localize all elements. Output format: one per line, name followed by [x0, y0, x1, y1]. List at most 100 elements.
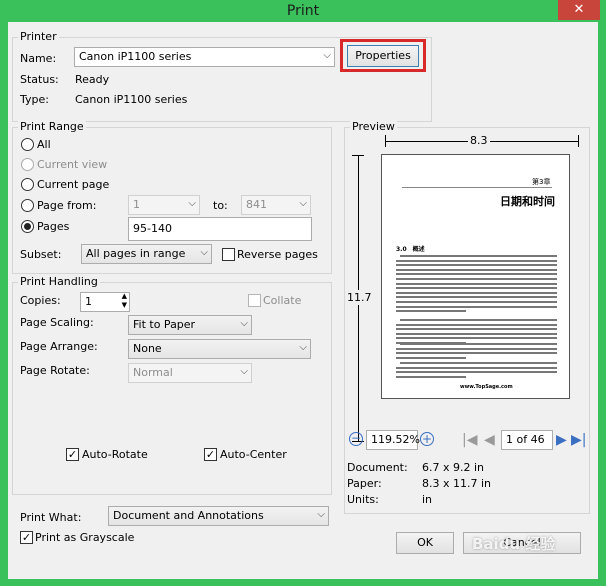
zoom-in-icon[interactable]: +	[420, 432, 434, 446]
page-title: 日期和时间	[500, 195, 555, 208]
page-from-field[interactable]: 1 ⌵	[128, 195, 200, 215]
chevron-down-icon: ⌵	[188, 198, 196, 209]
page-rotate-value: Normal	[133, 366, 173, 379]
page-scaling-dropdown[interactable]: Fit to Paper ⌵	[128, 315, 252, 335]
page-text-line	[396, 323, 557, 326]
page-scaling-value: Fit to Paper	[133, 318, 196, 331]
subset-value: All pages in range	[86, 247, 186, 260]
page-rotate-dropdown[interactable]: Normal ⌵	[128, 363, 252, 383]
print-handling-group-label: Print Handling	[18, 275, 100, 288]
print-what-dropdown[interactable]: Document and Annotations ⌵	[108, 506, 329, 526]
dialog-body: Printer Name: Canon iP1100 series ⌵ Prop…	[8, 22, 598, 579]
reverse-pages-label: Reverse pages	[237, 248, 318, 261]
close-button[interactable]: ✕	[558, 0, 600, 20]
page-text-line	[400, 255, 557, 257]
copies-value: 1	[85, 295, 92, 308]
page-text-line	[396, 259, 557, 262]
last-page-icon[interactable]: ▶|	[571, 432, 586, 448]
grayscale-label: Print as Grayscale	[35, 531, 135, 544]
page-text-line	[396, 301, 557, 303]
page-text-line	[396, 371, 557, 374]
current-view-radio[interactable]	[21, 158, 34, 171]
window-title: Print	[286, 3, 320, 19]
subset-label: Subset:	[20, 248, 62, 261]
properties-button[interactable]: Properties	[347, 45, 419, 67]
preview-page: 第3章 日期和时间 3.0 概述 www.TopSage.com	[381, 154, 570, 399]
page-arrange-dropdown[interactable]: None ⌵	[128, 339, 311, 359]
page-footer: www.TopSage.com	[460, 384, 513, 390]
printer-status-label: Status:	[20, 73, 59, 86]
print-range-group-label: Print Range	[18, 120, 86, 133]
page-text-line	[396, 352, 557, 355]
page-from-label: Page from:	[37, 199, 97, 212]
page-text-line	[400, 343, 557, 345]
chevron-down-icon: ⌵	[240, 318, 248, 329]
chapter-rule	[402, 187, 552, 188]
chevron-down-icon: ⌵	[240, 366, 248, 377]
previous-page-icon[interactable]: ◀	[484, 432, 495, 448]
page-text-line	[396, 366, 557, 369]
chevron-down-icon: ⌵	[317, 509, 325, 520]
zoom-out-icon[interactable]: −	[349, 432, 363, 446]
printer-type-value: Canon iP1100 series	[75, 93, 188, 106]
auto-center-checkbox[interactable]: ✓	[204, 448, 217, 461]
page-to-label: to:	[213, 199, 228, 212]
zoom-input[interactable]: 119.52%	[366, 430, 420, 450]
ok-button[interactable]: OK	[396, 532, 454, 554]
title-bar[interactable]: Print ✕	[0, 0, 606, 22]
page-text-line	[396, 296, 557, 299]
page-to-value: 841	[246, 198, 267, 211]
page-to-field[interactable]: 841 ⌵	[241, 195, 311, 215]
baidu-watermark: Baidu 经验	[472, 535, 556, 553]
chevron-down-icon: ⌵	[299, 342, 307, 353]
page-text-line	[400, 319, 557, 321]
height-dimension-label: 11.7	[347, 290, 372, 305]
width-dim-left-tick	[385, 135, 386, 147]
page-text-line	[396, 291, 557, 294]
paper-label: Paper:	[347, 477, 382, 490]
page-rotate-label: Page Rotate:	[20, 364, 90, 377]
document-label: Document:	[347, 461, 408, 474]
grayscale-checkbox[interactable]: ✓	[20, 531, 33, 544]
collate-label: Collate	[263, 294, 302, 307]
page-text-line	[396, 278, 557, 280]
page-from-value: 1	[133, 198, 140, 211]
page-text-line	[396, 310, 466, 313]
page-text-line	[396, 332, 557, 335]
width-dim-right-tick	[578, 135, 579, 147]
current-page-radio[interactable]	[21, 178, 34, 191]
all-radio[interactable]	[21, 138, 34, 151]
page-text-line	[396, 328, 557, 331]
pages-input[interactable]: 95-140	[128, 217, 312, 241]
printer-name-dropdown[interactable]: Canon iP1100 series ⌵	[74, 47, 335, 67]
page-text-line	[396, 264, 557, 267]
page-chapter: 第3章	[532, 178, 551, 186]
chevron-down-icon: ⌵	[323, 50, 331, 61]
all-label: All	[37, 138, 51, 151]
copies-stepper[interactable]: 1 ▲ ▼	[80, 292, 130, 312]
paper-value: 8.3 x 11.7 in	[422, 477, 492, 490]
pages-radio[interactable]	[21, 220, 34, 233]
page-text-line	[400, 362, 557, 364]
page-text-line	[396, 375, 466, 378]
preview-group-label: Preview	[350, 120, 397, 133]
page-text-line	[396, 268, 557, 271]
page-section: 3.0 概述	[396, 246, 425, 253]
page-from-radio[interactable]	[21, 199, 34, 212]
units-label: Units:	[347, 493, 379, 506]
page-arrange-value: None	[133, 342, 162, 355]
printer-name-value: Canon iP1100 series	[79, 50, 192, 63]
units-value: in	[422, 493, 433, 506]
collate-checkbox[interactable]	[248, 294, 261, 307]
page-text-line	[396, 347, 557, 350]
first-page-icon[interactable]: |◀	[462, 432, 477, 448]
page-indicator-input[interactable]: 1 of 46	[501, 430, 553, 450]
stepper-arrows-icon[interactable]: ▲ ▼	[122, 292, 127, 310]
subset-dropdown[interactable]: All pages in range ⌵	[81, 244, 212, 264]
printer-name-label: Name:	[20, 52, 57, 65]
chevron-down-icon: ⌵	[299, 198, 307, 209]
auto-rotate-checkbox[interactable]: ✓	[66, 448, 79, 461]
next-page-icon[interactable]: ▶	[556, 432, 567, 448]
page-scaling-label: Page Scaling:	[20, 316, 94, 329]
reverse-pages-checkbox[interactable]	[222, 248, 235, 261]
